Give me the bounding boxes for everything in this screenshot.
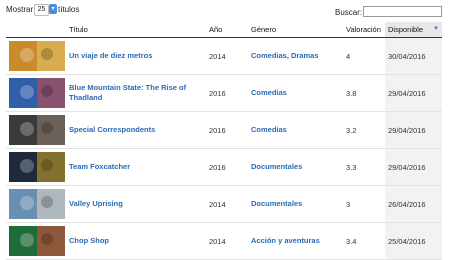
search-label: Buscar:: [335, 8, 363, 17]
title-link[interactable]: Blue Mountain State: The Rise of Thadlan…: [69, 83, 186, 102]
sort-descending-icon: ▼: [433, 26, 439, 32]
title-cell: Un viaje de diez metros: [66, 37, 206, 75]
table-header-row: Título Año Género Valoración Disponible ▼: [6, 22, 442, 38]
column-header-available-label: Disponible: [388, 25, 424, 34]
chevron-down-icon[interactable]: ▾: [49, 4, 57, 14]
poster-thumbnail[interactable]: [9, 115, 65, 145]
poster-thumbnail[interactable]: [9, 189, 65, 219]
thumbnail-cell: [6, 37, 66, 75]
table-row: Team Foxcatcher 2016 Documentales 3.3 29/04/…: [6, 148, 442, 186]
search-input[interactable]: [363, 6, 442, 17]
table-row: Special Correspondents 2016 Comedias 3.2 29/…: [6, 111, 442, 149]
available-date-cell: 25/04/2016: [385, 222, 442, 260]
available-date-cell: 26/04/2016: [385, 185, 442, 223]
rating-cell: 3.4: [343, 222, 385, 260]
thumbnail-cell: [6, 222, 66, 260]
thumbnail-column-header: [6, 22, 66, 38]
poster-thumbnail[interactable]: [9, 41, 65, 71]
rating-cell: 3.3: [343, 148, 385, 186]
thumbnail-cell: [6, 148, 66, 186]
title-cell: Team Foxcatcher: [66, 148, 206, 186]
rating-cell: 4: [343, 37, 385, 75]
title-cell: Special Correspondents: [66, 111, 206, 149]
poster-thumbnail[interactable]: [9, 226, 65, 256]
genre-link[interactable]: Documentales: [251, 199, 302, 208]
titles-table: Título Año Género Valoración Disponible ▼…: [6, 22, 442, 260]
genre-cell: Acción y aventuras: [248, 222, 343, 260]
year-cell: 2014: [206, 185, 248, 223]
genre-link[interactable]: Comedias: [251, 125, 287, 134]
poster-thumbnail[interactable]: [9, 78, 65, 108]
genre-cell: Documentales: [248, 148, 343, 186]
genre-cell: Documentales: [248, 185, 343, 223]
table-row: Chop Shop 2014 Acción y aventuras 3.4 25/04/…: [6, 222, 442, 260]
available-date-cell: 29/04/2016: [385, 148, 442, 186]
title-cell: Valley Uprising: [66, 185, 206, 223]
year-cell: 2014: [206, 222, 248, 260]
thumbnail-cell: [6, 185, 66, 223]
year-cell: 2016: [206, 74, 248, 112]
available-date-cell: 30/04/2016: [385, 37, 442, 75]
rating-cell: 3: [343, 185, 385, 223]
poster-thumbnail[interactable]: [9, 152, 65, 182]
column-header-year[interactable]: Año: [206, 22, 248, 38]
table-controls: Mostrar 25 ▾ títulos Buscar:: [0, 0, 450, 22]
year-cell: 2016: [206, 111, 248, 149]
genre-link[interactable]: Comedias, Dramas: [251, 51, 319, 60]
thumbnail-cell: [6, 74, 66, 112]
title-cell: Chop Shop: [66, 222, 206, 260]
genre-link[interactable]: Comedias: [251, 88, 287, 97]
title-link[interactable]: Special Correspondents: [69, 125, 155, 134]
thumbnail-cell: [6, 111, 66, 149]
table-row: Valley Uprising 2014 Documentales 3 26/04/20…: [6, 185, 442, 223]
title-link[interactable]: Valley Uprising: [69, 199, 123, 208]
column-header-genre[interactable]: Género: [248, 22, 343, 38]
table-row: Un viaje de diez metros 2014 Comedias, Dra…: [6, 37, 442, 75]
available-date-cell: 29/04/2016: [385, 74, 442, 112]
rating-cell: 3.2: [343, 111, 385, 149]
column-header-title[interactable]: Título: [66, 22, 206, 38]
year-cell: 2014: [206, 37, 248, 75]
title-link[interactable]: Chop Shop: [69, 236, 109, 245]
genre-cell: Comedias: [248, 111, 343, 149]
show-entries-label: Mostrar: [6, 5, 34, 14]
title-link[interactable]: Un viaje de diez metros: [69, 51, 152, 60]
title-cell: Blue Mountain State: The Rise of Thadlan…: [66, 74, 206, 112]
genre-link[interactable]: Documentales: [251, 162, 302, 171]
rating-cell: 3.8: [343, 74, 385, 112]
year-cell: 2016: [206, 148, 248, 186]
column-header-rating[interactable]: Valoración: [343, 22, 385, 38]
titles-label: títulos: [58, 5, 80, 14]
genre-cell: Comedias: [248, 74, 343, 112]
available-date-cell: 29/04/2016: [385, 111, 442, 149]
column-header-available[interactable]: Disponible ▼: [385, 22, 442, 38]
genre-link[interactable]: Acción y aventuras: [251, 236, 320, 245]
page-length-select[interactable]: 25: [34, 4, 49, 16]
genre-cell: Comedias, Dramas: [248, 37, 343, 75]
title-link[interactable]: Team Foxcatcher: [69, 162, 130, 171]
table-row: Blue Mountain State: The Rise of Thadlan…: [6, 74, 442, 112]
